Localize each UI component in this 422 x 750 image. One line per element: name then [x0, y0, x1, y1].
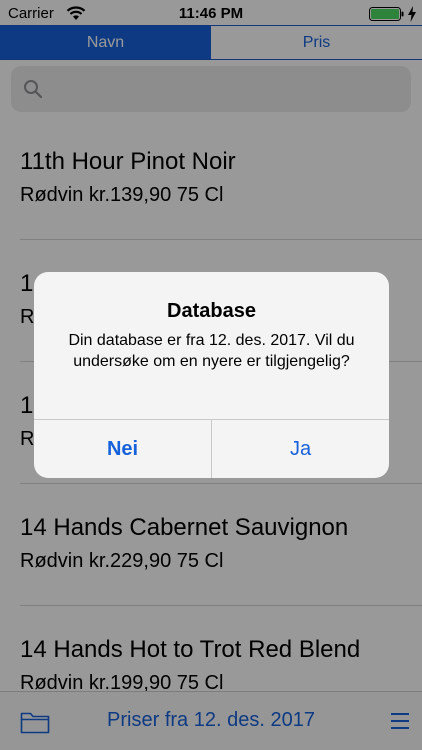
yes-button[interactable]: Ja	[212, 420, 389, 478]
database-alert-dialog: Database Din database er fra 12. des. 20…	[34, 272, 389, 478]
alert-message: Din database er fra 12. des. 2017. Vil d…	[68, 332, 355, 370]
alert-title: Database	[167, 300, 256, 322]
no-button[interactable]: Nei	[34, 420, 211, 478]
